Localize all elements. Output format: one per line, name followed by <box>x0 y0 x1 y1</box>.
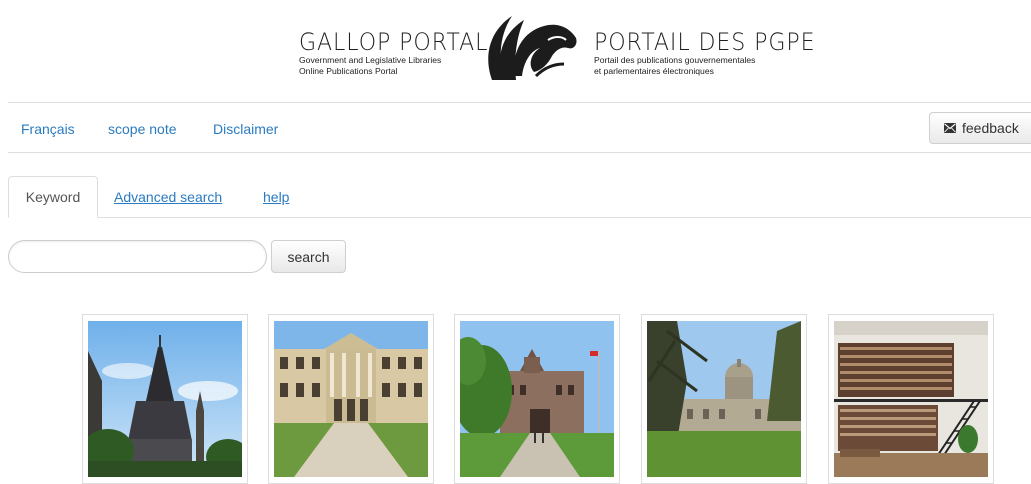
brand-title-en: GALLOP PORTAL <box>299 28 489 56</box>
brand-subtitle-fr-line1: Portail des publications gouvernementale… <box>594 55 756 65</box>
search-input[interactable] <box>8 240 267 273</box>
scope-note-link[interactable]: scope note <box>108 120 177 138</box>
disclaimer-link[interactable]: Disclaimer <box>213 120 278 138</box>
search-button[interactable]: search <box>271 240 346 273</box>
nav-divider <box>8 152 1031 153</box>
brand-subtitle-fr-line2: et parlementaires électroniques <box>594 66 714 76</box>
tab-advanced-search[interactable]: Advanced search <box>114 188 222 206</box>
site-header: GALLOP PORTAL Government and Legislative… <box>0 0 1031 102</box>
gallery-thumb-3[interactable] <box>454 314 620 484</box>
brand-subtitle-en-line1: Government and Legislative Libraries <box>299 55 442 65</box>
brand-subtitle-en-line2: Online Publications Portal <box>299 66 398 76</box>
parliament-library-photo <box>88 321 242 477</box>
gallery-thumb-2[interactable] <box>268 314 434 484</box>
brand-title-fr: PORTAIL DES PGPE <box>594 28 816 56</box>
queens-park-photo <box>460 321 614 477</box>
language-link-francais[interactable]: Français <box>21 120 75 138</box>
tab-help[interactable]: help <box>263 188 289 206</box>
envelope-icon <box>944 123 956 133</box>
brand-english: GALLOP PORTAL Government and Legislative… <box>299 30 505 76</box>
feedback-label: feedback <box>962 120 1019 136</box>
domed-legislature-photo <box>647 321 801 477</box>
brand-french: PORTAIL DES PGPE Portail des publication… <box>594 30 835 76</box>
tab-keyword-label: Keyword <box>25 189 81 205</box>
library-interior-photo <box>834 321 988 477</box>
gallery-thumb-5[interactable] <box>828 314 994 484</box>
gallery-thumb-4[interactable] <box>641 314 807 484</box>
tabs-baseline <box>8 217 1031 218</box>
header-divider <box>8 102 1031 103</box>
feedback-button[interactable]: feedback <box>929 112 1031 144</box>
horse-head-logo-icon <box>488 16 577 80</box>
province-house-photo <box>274 321 428 477</box>
gallery-thumb-1[interactable] <box>82 314 248 484</box>
tab-keyword[interactable]: Keyword <box>8 176 98 218</box>
